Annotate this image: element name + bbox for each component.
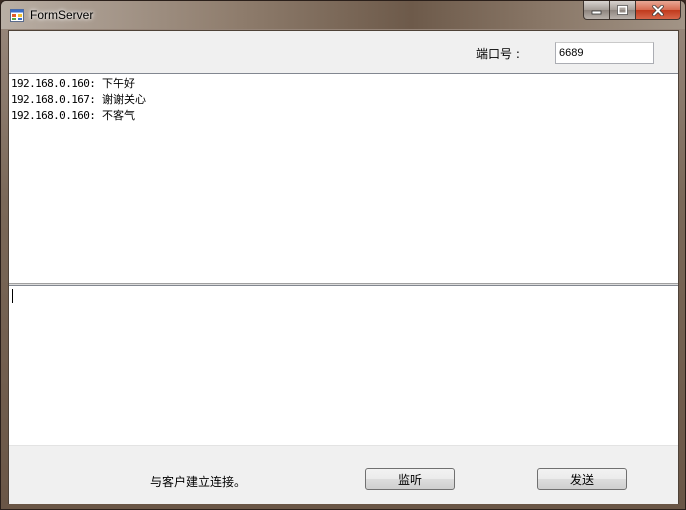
message-text: 下午好 — [101, 77, 135, 90]
message-text: 不客气 — [101, 109, 135, 122]
message-log[interactable]: 192.168.0.160: 下午好 192.168.0.167: 谢谢关心 1… — [9, 73, 678, 284]
message-sender: 192.168.0.160: — [11, 77, 96, 90]
minimize-button[interactable] — [583, 1, 610, 20]
client-area: 端口号 : 6689 192.168.0.160: 下午好 192.168.0.… — [8, 30, 679, 504]
send-button[interactable]: 发送 — [537, 468, 627, 490]
compose-textbox[interactable] — [9, 285, 678, 445]
text-caret — [12, 289, 13, 303]
message-text: 谢谢关心 — [101, 93, 146, 106]
title-bar[interactable]: FormServer — [1, 1, 685, 29]
window-title: FormServer — [30, 8, 94, 22]
close-icon — [652, 4, 664, 16]
maximize-icon — [617, 5, 628, 15]
message-line: 192.168.0.160: 不客气 — [11, 108, 678, 124]
message-line: 192.168.0.167: 谢谢关心 — [11, 92, 678, 108]
form-app-icon — [10, 9, 24, 22]
top-panel: 端口号 : 6689 — [9, 31, 678, 72]
formserver-window: FormServer 端口号 : 6689 192.168.0.160: 下午好… — [0, 0, 686, 510]
minimize-icon — [591, 10, 602, 14]
bottom-panel: 与客户建立连接。 监听 发送 — [9, 445, 678, 504]
status-text: 与客户建立连接。 — [150, 475, 247, 489]
caption-buttons — [583, 1, 681, 20]
message-sender: 192.168.0.167: — [11, 93, 96, 106]
port-label: 端口号 : — [476, 47, 520, 61]
close-button[interactable] — [636, 1, 681, 20]
message-line: 192.168.0.160: 下午好 — [11, 76, 678, 92]
listen-button[interactable]: 监听 — [365, 468, 455, 490]
port-input[interactable]: 6689 — [555, 42, 654, 64]
message-sender: 192.168.0.160: — [11, 109, 96, 122]
maximize-button[interactable] — [610, 1, 636, 20]
